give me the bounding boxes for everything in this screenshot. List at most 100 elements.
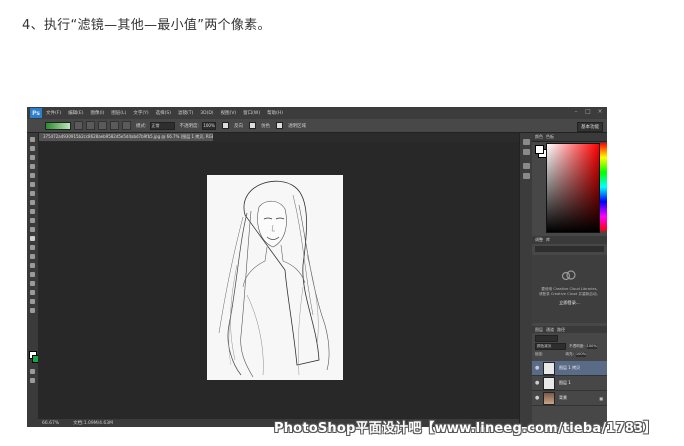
reverse-checkbox[interactable] [222, 122, 230, 129]
path-select-tool-icon[interactable] [30, 281, 35, 286]
window-controls: – □ × [573, 109, 603, 115]
canvas-area[interactable] [38, 142, 519, 419]
document-size: 文档:1.09M/4.63M [73, 421, 114, 426]
workspace-switcher[interactable]: 基本功能 [577, 122, 603, 132]
layer-row[interactable]: ● 图层 1 [532, 376, 607, 391]
mode-label: 模式: [136, 123, 147, 129]
hand-tool-icon[interactable] [30, 299, 35, 304]
zoom-tool-icon[interactable] [30, 308, 35, 313]
pen-tool-icon[interactable] [30, 263, 35, 268]
character-panel-icon[interactable] [523, 173, 530, 179]
tab-layers[interactable]: 图层 [535, 327, 543, 333]
layers-filter-row [532, 334, 607, 342]
fill-field[interactable]: 100% [575, 351, 586, 357]
layer-opacity-field[interactable]: 100% [586, 343, 597, 349]
opacity-field[interactable]: 100% [202, 121, 217, 130]
dither-checkbox[interactable] [249, 122, 257, 129]
hue-slider[interactable] [600, 143, 607, 231]
site-watermark: PhotoShop平面设计吧【www.lineeg.com/tieba/1783… [274, 421, 657, 436]
shape-tool-icon[interactable] [30, 290, 35, 295]
move-tool-icon[interactable] [30, 137, 35, 142]
menu-image[interactable]: 图像(I) [90, 110, 104, 116]
properties-panel-icon[interactable] [523, 149, 530, 155]
visibility-eye-icon[interactable]: ● [535, 395, 540, 401]
tutorial-step-heading: 4、执行“滤镜—其他—最小值”两个像素。 [22, 18, 271, 33]
screen-mode-icon[interactable] [30, 378, 35, 383]
library-select[interactable] [535, 246, 604, 252]
minimize-icon[interactable]: – [573, 109, 579, 115]
menu-edit[interactable]: 编辑(E) [68, 110, 83, 116]
layer-row[interactable]: ● 背景 ■ [532, 391, 607, 406]
type-tool-icon[interactable] [30, 272, 35, 277]
lock-label: 锁定: [535, 351, 544, 356]
radial-gradient-icon[interactable] [86, 121, 95, 130]
transparency-checkbox[interactable] [276, 122, 284, 129]
zoom-level[interactable]: 66.67% [42, 421, 59, 426]
layers-blend-row: 颜色减淡 不透明度: 100% [532, 342, 607, 350]
healing-brush-tool-icon[interactable] [30, 191, 35, 196]
photoshop-logo-icon: Ps [30, 108, 42, 118]
menu-3d[interactable]: 3D(D) [200, 111, 213, 116]
tab-channels[interactable]: 通道 [546, 327, 554, 333]
color-picker-field[interactable] [546, 143, 600, 233]
document-tab[interactable]: 375472a4930915b2cc8628aeb9582d5e5d4abd7b… [39, 133, 213, 141]
history-brush-tool-icon[interactable] [30, 218, 35, 223]
layer-opacity-label: 不透明度: [569, 343, 585, 348]
mode-select[interactable]: 正常 [149, 121, 175, 130]
eyedropper-tool-icon[interactable] [30, 182, 35, 187]
angle-gradient-icon[interactable] [98, 121, 107, 130]
blend-mode-select[interactable]: 颜色减淡 [535, 342, 566, 350]
tab-adjustments[interactable]: 调整 [535, 237, 543, 243]
creative-cloud-icon [561, 270, 576, 281]
layer-thumbnail [543, 361, 555, 375]
color-panel-foreground-swatch[interactable] [535, 145, 544, 154]
lasso-tool-icon[interactable] [30, 155, 35, 160]
reflected-gradient-icon[interactable] [110, 121, 119, 130]
menu-view[interactable]: 视图(V) [221, 110, 237, 116]
tab-swatches[interactable]: 色板 [546, 134, 554, 140]
layers-lock-row: 锁定: 填充: 100% [532, 350, 607, 358]
diamond-gradient-icon[interactable] [122, 121, 131, 130]
marquee-tool-icon[interactable] [30, 146, 35, 151]
tab-paths[interactable]: 路径 [557, 327, 565, 333]
eraser-tool-icon[interactable] [30, 227, 35, 232]
tab-color[interactable]: 颜色 [535, 134, 543, 140]
dodge-tool-icon[interactable] [30, 254, 35, 259]
tab-libraries[interactable]: 库 [546, 237, 550, 243]
quick-select-tool-icon[interactable] [30, 164, 35, 169]
menu-file[interactable]: 文件(F) [46, 110, 61, 116]
clone-stamp-tool-icon[interactable] [30, 209, 35, 214]
sketch-portrait-drawing [218, 180, 330, 378]
crop-tool-icon[interactable] [30, 173, 35, 178]
fill-label: 填充: [565, 351, 574, 356]
menu-help[interactable]: 帮助(H) [267, 110, 283, 116]
layer-thumbnail [543, 376, 555, 390]
menu-window[interactable]: 窗口(W) [243, 110, 260, 116]
brush-tool-icon[interactable] [30, 200, 35, 205]
gradient-tool-icon[interactable] [30, 236, 35, 241]
visibility-eye-icon[interactable]: ● [535, 380, 540, 386]
library-login-link[interactable]: 立即登录... [536, 300, 603, 306]
visibility-eye-icon[interactable]: ● [535, 365, 540, 371]
photoshop-window: Ps 文件(F) 编辑(E) 图像(I) 图层(L) 文字(Y) 选择(S) 滤… [27, 107, 607, 427]
history-panel-icon[interactable] [523, 139, 530, 145]
menu-filter[interactable]: 滤镜(T) [178, 110, 193, 116]
color-panel-tabs: 颜色 色板 [532, 133, 607, 142]
menu-layer[interactable]: 图层(L) [111, 110, 126, 116]
brush-panel-icon[interactable] [523, 163, 530, 169]
layer-filter-select[interactable] [535, 334, 558, 342]
reverse-label: 反向 [234, 123, 244, 129]
close-icon[interactable]: × [597, 109, 603, 115]
quick-mask-icon[interactable] [30, 369, 35, 374]
layer-thumbnail [543, 391, 555, 405]
menu-select[interactable]: 选择(S) [156, 110, 171, 116]
library-message-line-2: 请登录 Creative Cloud 并重新启动。 [538, 292, 601, 296]
maximize-icon[interactable]: □ [585, 109, 591, 115]
mode-select-value: 正常 [151, 122, 160, 128]
menu-type[interactable]: 文字(Y) [133, 110, 148, 116]
gradient-picker[interactable] [45, 121, 71, 130]
lock-icon: ■ [599, 395, 603, 401]
blur-tool-icon[interactable] [30, 245, 35, 250]
layer-row[interactable]: ● 图层 1 拷贝 [532, 361, 607, 376]
linear-gradient-icon[interactable] [74, 121, 83, 130]
